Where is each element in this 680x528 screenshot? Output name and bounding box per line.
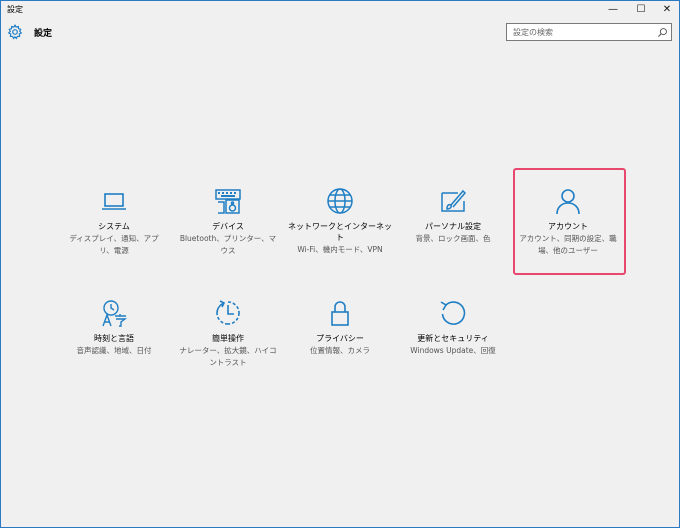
person-icon <box>556 189 580 215</box>
page-header: 設定 設定の検索 <box>1 19 679 49</box>
time-language-icon <box>102 300 128 327</box>
minimize-button[interactable]: — <box>599 1 627 18</box>
tile-label: デバイス <box>212 222 244 231</box>
tile-label: システム <box>98 222 130 231</box>
tile-system[interactable]: システム ディスプレイ、通知、アプリ、電源 <box>61 181 167 257</box>
title-bar: 設定 — ☐ ✕ <box>1 1 679 18</box>
tile-label: 更新とセキュリティ <box>417 334 489 343</box>
tile-privacy[interactable]: プライバシー 位置情報、カメラ <box>287 293 393 357</box>
keyboard-speaker-icon <box>215 189 241 214</box>
lock-icon <box>331 301 349 326</box>
tile-description: Windows Update、回復 <box>410 346 496 355</box>
refresh-icon <box>440 301 466 325</box>
maximize-button[interactable]: ☐ <box>627 1 655 18</box>
search-input[interactable]: 設定の検索 <box>506 23 672 41</box>
globe-icon <box>327 188 353 214</box>
ease-of-access-icon <box>216 300 240 325</box>
tile-label: プライバシー <box>316 334 364 343</box>
tile-label: パーソナル設定 <box>425 222 481 231</box>
tile-label: 簡単操作 <box>212 334 244 343</box>
tile-label: ネットワークとインターネット <box>288 222 392 242</box>
tile-description: Bluetooth、プリンター、マウス <box>179 234 277 255</box>
gear-icon <box>7 24 23 40</box>
tile-devices[interactable]: デバイス Bluetooth、プリンター、マウス <box>175 181 281 257</box>
tile-time-language[interactable]: 時刻と言語 音声認識、地域、日付 <box>61 293 167 357</box>
tile-label: 時刻と言語 <box>94 334 134 343</box>
tile-description: ナレーター、拡大鏡、ハイコントラスト <box>179 346 277 367</box>
window-title: 設定 <box>7 5 23 14</box>
tile-description: 背景、ロック画面、色 <box>415 234 491 243</box>
paint-brush-icon <box>441 189 467 212</box>
page-title: 設定 <box>34 29 53 39</box>
settings-window: 設定 — ☐ ✕ 設定 設定の検索 システム ディスプレイ、通知、アプリ、電源 … <box>0 0 680 528</box>
tile-ease-of-access[interactable]: 簡単操作 ナレーター、拡大鏡、ハイコントラスト <box>175 293 281 369</box>
tile-update-security[interactable]: 更新とセキュリティ Windows Update、回復 <box>400 293 506 357</box>
close-button[interactable]: ✕ <box>653 1 680 18</box>
tile-description: アカウント、同期の設定、職場、他のユーザー <box>519 234 617 255</box>
tile-label: アカウント <box>548 222 588 231</box>
tile-description: Wi-Fi、機内モード、VPN <box>297 245 383 254</box>
search-placeholder: 設定の検索 <box>513 28 553 37</box>
tile-accounts[interactable]: アカウント アカウント、同期の設定、職場、他のユーザー <box>515 181 621 257</box>
laptop-icon <box>102 193 126 210</box>
tile-network[interactable]: ネットワークとインターネット Wi-Fi、機内モード、VPN <box>287 181 393 256</box>
tile-personalization[interactable]: パーソナル設定 背景、ロック画面、色 <box>400 181 506 245</box>
search-icon[interactable] <box>657 27 668 38</box>
tile-description: 位置情報、カメラ <box>310 346 370 355</box>
tile-description: 音声認識、地域、日付 <box>76 346 152 355</box>
tile-description: ディスプレイ、通知、アプリ、電源 <box>69 234 159 255</box>
